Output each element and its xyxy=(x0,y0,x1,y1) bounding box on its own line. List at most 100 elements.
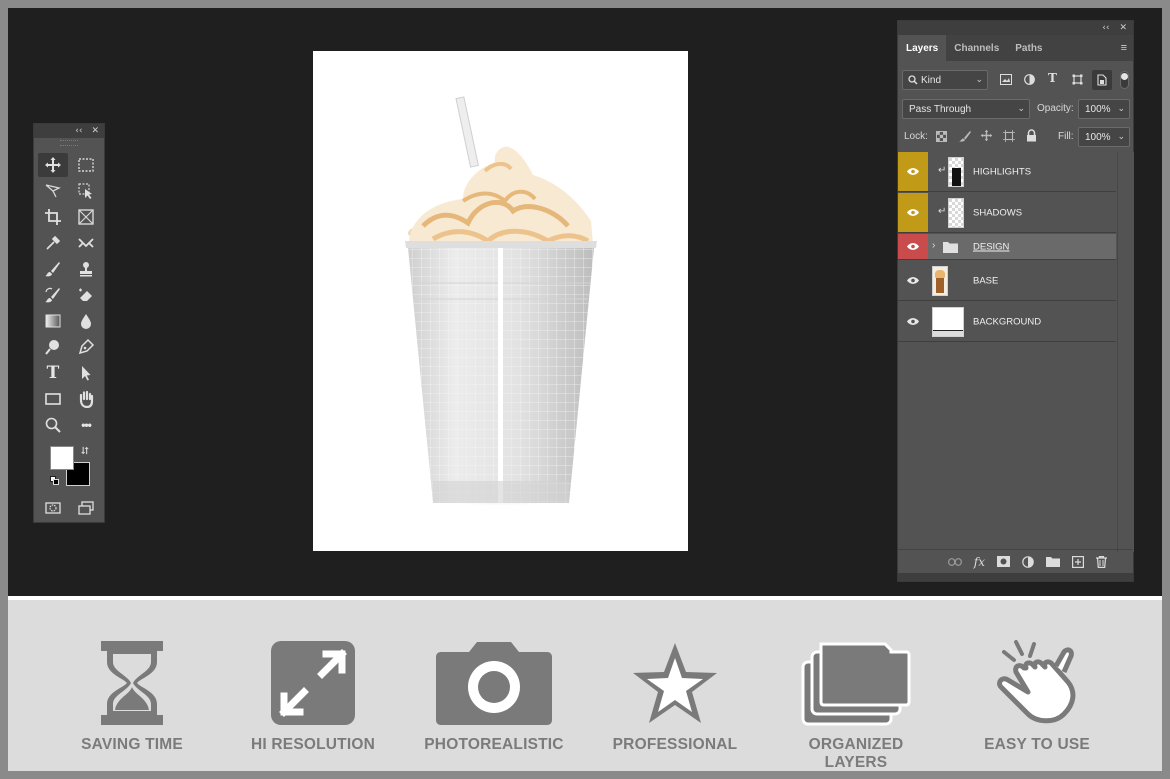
layers-scrollbar[interactable] xyxy=(1117,152,1134,552)
eyedropper-tool-icon[interactable] xyxy=(38,231,68,255)
lock-position-icon[interactable] xyxy=(980,129,993,142)
eraser-tool-icon[interactable] xyxy=(71,283,101,307)
layer-name[interactable]: BASE xyxy=(973,275,998,286)
layer-name[interactable]: SHADOWS xyxy=(973,207,1022,218)
blur-tool-icon[interactable] xyxy=(71,309,101,333)
type-filter-icon[interactable]: T xyxy=(1048,71,1057,85)
layer-name[interactable]: BACKGROUND xyxy=(973,316,1041,327)
new-layer-icon[interactable] xyxy=(1072,555,1084,568)
healing-tool-icon[interactable] xyxy=(71,231,101,255)
screen-mode-icon[interactable] xyxy=(71,496,101,520)
toolbox-panel: ‹‹ ✕ T ••• ⮃ xyxy=(33,123,105,523)
adjustment-filter-icon[interactable] xyxy=(1024,74,1035,85)
visibility-eye-icon[interactable] xyxy=(898,302,928,341)
close-icon[interactable]: ✕ xyxy=(91,126,99,136)
pixel-filter-icon[interactable] xyxy=(1000,74,1012,85)
tab-paths[interactable]: Paths xyxy=(1007,35,1050,61)
frame-tool-icon[interactable] xyxy=(71,205,101,229)
opacity-label: Opacity: xyxy=(1037,103,1074,114)
pen-tool-icon[interactable] xyxy=(71,335,101,359)
stamp-tool-icon[interactable] xyxy=(71,257,101,281)
filter-toggle[interactable] xyxy=(1120,71,1129,89)
folders-icon xyxy=(801,642,911,726)
new-group-icon[interactable] xyxy=(1046,556,1060,567)
blend-mode-select[interactable]: Pass Through ⌄ xyxy=(902,99,1030,119)
layer-row-highlights[interactable]: ↵ HIGHLIGHTS xyxy=(898,152,1116,192)
blend-row: Pass Through ⌄ Opacity: 100% ⌄ xyxy=(898,99,1135,121)
layer-row-design-group[interactable]: › DESIGN xyxy=(898,234,1116,260)
smart-object-filter-icon[interactable] xyxy=(1092,70,1112,90)
opacity-input[interactable]: 100% ⌄ xyxy=(1078,99,1130,119)
brush-tool-icon[interactable] xyxy=(38,257,68,281)
lock-pixels-icon[interactable] xyxy=(959,130,971,142)
layer-row-shadows[interactable]: ↵ SHADOWS xyxy=(898,193,1116,233)
chevron-down-icon: ⌄ xyxy=(1117,131,1125,141)
tab-channels[interactable]: Channels xyxy=(946,35,1007,61)
type-tool-icon[interactable]: T xyxy=(38,361,68,385)
default-colors-icon[interactable] xyxy=(50,476,59,485)
shape-filter-icon[interactable] xyxy=(1072,74,1083,85)
clipping-arrow-icon: ↵ xyxy=(938,206,947,217)
fill-label: Fill: xyxy=(1058,131,1074,142)
visibility-eye-icon[interactable] xyxy=(898,193,928,232)
star-icon xyxy=(633,643,717,723)
feature-caption: PHOTOREALISTIC xyxy=(424,736,564,753)
feature-easy-to-use: EASY TO USE xyxy=(957,640,1117,760)
close-icon[interactable]: ✕ xyxy=(1119,23,1127,33)
trash-icon[interactable] xyxy=(1096,555,1107,568)
gradient-tool-icon[interactable] xyxy=(38,309,68,333)
visibility-eye-icon[interactable] xyxy=(898,261,928,300)
lasso-tool-icon[interactable] xyxy=(38,179,68,203)
lock-artboard-icon[interactable] xyxy=(1003,130,1015,142)
panel-resize-grip[interactable] xyxy=(898,573,1133,581)
dodge-tool-icon[interactable] xyxy=(38,335,68,359)
filter-kind-select[interactable]: Kind ⌄ xyxy=(902,70,988,90)
collapse-icon[interactable]: ‹‹ xyxy=(75,126,82,136)
lock-transparency-icon[interactable] xyxy=(936,131,947,142)
toolbox-grip[interactable] xyxy=(60,140,78,146)
quick-mask-icon[interactable] xyxy=(38,496,68,520)
zoom-tool-icon[interactable] xyxy=(38,413,68,437)
object-select-tool-icon[interactable] xyxy=(71,179,101,203)
layers-panel-header: ‹‹ ✕ xyxy=(898,21,1133,35)
chevron-right-icon[interactable]: › xyxy=(932,240,935,251)
layer-name[interactable]: HIGHLIGHTS xyxy=(973,166,1031,177)
history-brush-tool-icon[interactable] xyxy=(38,283,68,307)
panel-menu-icon[interactable]: ≡ xyxy=(1121,42,1127,54)
layer-name[interactable]: DESIGN xyxy=(973,241,1009,252)
fx-icon[interactable]: fx xyxy=(974,555,985,569)
fill-input[interactable]: 100% ⌄ xyxy=(1078,127,1130,147)
swap-colors-icon[interactable]: ⮃ xyxy=(81,446,89,457)
collapse-icon[interactable]: ‹‹ xyxy=(1102,23,1109,33)
visibility-eye-icon[interactable] xyxy=(898,152,928,191)
feature-caption: ORGANIZED LAYERS xyxy=(808,736,904,771)
document-canvas[interactable] xyxy=(313,51,688,551)
move-tool-icon[interactable] xyxy=(38,153,68,177)
tab-layers[interactable]: Layers xyxy=(898,35,947,61)
layer-thumbnail xyxy=(932,307,964,337)
folder-icon xyxy=(943,242,958,253)
add-mask-icon[interactable] xyxy=(997,556,1010,567)
layer-row-base[interactable]: BASE xyxy=(898,261,1116,301)
link-layers-icon[interactable] xyxy=(947,557,962,566)
feature-saving-time: SAVING TIME xyxy=(52,640,212,760)
marquee-tool-icon[interactable] xyxy=(71,153,101,177)
toolbox-header: ‹‹ ✕ xyxy=(34,124,104,138)
visibility-eye-icon[interactable] xyxy=(898,234,928,259)
path-select-tool-icon[interactable] xyxy=(71,361,101,385)
layer-thumbnail xyxy=(948,157,964,187)
feature-caption: SAVING TIME xyxy=(81,736,183,753)
opacity-value: 100% xyxy=(1085,103,1111,115)
rectangle-tool-icon[interactable] xyxy=(38,387,68,411)
blend-mode-value: Pass Through xyxy=(909,103,972,115)
layers-panel-footer: fx xyxy=(898,549,1133,573)
filter-row: Kind ⌄ T xyxy=(898,70,1135,92)
foreground-color-swatch[interactable] xyxy=(50,446,74,470)
adjustment-layer-icon[interactable] xyxy=(1022,555,1034,568)
crop-tool-icon[interactable] xyxy=(38,205,68,229)
layer-row-background[interactable]: BACKGROUND xyxy=(898,302,1116,342)
hand-tool-icon[interactable] xyxy=(71,387,101,411)
more-tools-icon[interactable]: ••• xyxy=(71,413,101,437)
feature-caption: PROFESSIONAL xyxy=(612,736,738,753)
lock-all-icon[interactable] xyxy=(1026,129,1037,142)
